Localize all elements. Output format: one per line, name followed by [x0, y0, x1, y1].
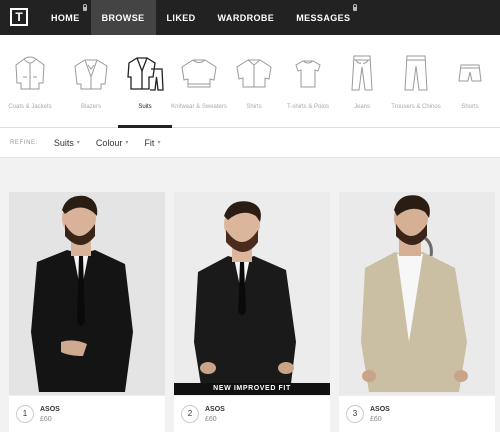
trousers-icon: [404, 55, 428, 91]
jeans-icon: [351, 55, 373, 91]
chevron-down-icon: ▾: [157, 140, 161, 146]
category-label: Blazers: [80, 104, 101, 110]
product-info: 3 ASOS £60: [339, 395, 495, 432]
product-image[interactable]: [339, 192, 495, 395]
refine-label: REFINE:: [10, 139, 38, 146]
filter-label: Suits: [53, 137, 74, 148]
lock-icon: [82, 4, 87, 11]
category-label: Shirts: [246, 104, 262, 110]
category-label: Trousers & Chinos: [391, 104, 441, 110]
nav-wardrobe-label: WARDROBE: [217, 12, 275, 23]
category-trousers[interactable]: Trousers & Chinos: [389, 35, 443, 127]
product-badge: NEW IMPROVED FIT: [174, 383, 330, 395]
product-image[interactable]: NEW IMPROVED FIT: [174, 192, 330, 395]
product-brand: ASOS: [40, 406, 60, 413]
chevron-down-icon: ▾: [76, 140, 80, 146]
nav-liked[interactable]: LIKED: [156, 0, 207, 35]
model-photo: [9, 192, 165, 395]
product-card[interactable]: 1 ASOS £60: [9, 192, 165, 432]
shirt-icon: [236, 59, 272, 88]
filter-colour-dropdown[interactable]: Colour ▾: [96, 138, 129, 148]
category-label: Suits: [138, 104, 152, 110]
product-price: £60: [40, 416, 52, 423]
chevron-down-icon: ▾: [125, 140, 129, 146]
tshirt-icon: [295, 60, 321, 88]
shorts-icon: [458, 64, 482, 82]
product-number: 2: [181, 405, 199, 423]
product-number: 1: [16, 405, 34, 423]
filter-fit-dropdown[interactable]: Fit ▾: [144, 138, 160, 148]
category-coats-jackets[interactable]: Coats & Jackets: [3, 35, 57, 127]
nav-home-label: HOME: [51, 12, 80, 23]
coat-icon: [15, 56, 45, 90]
nav-messages[interactable]: MESSAGES: [285, 0, 361, 35]
category-suits[interactable]: Suits: [118, 35, 172, 128]
category-label: Coats & Jackets: [8, 104, 52, 110]
product-card[interactable]: 3 ASOS £60: [339, 192, 495, 432]
nav-messages-label: MESSAGES: [296, 12, 351, 23]
category-shirts[interactable]: Shirts: [227, 35, 281, 127]
refine-bar: REFINE: Suits ▾ Colour ▾ Fit ▾: [0, 128, 500, 158]
product-price: £60: [370, 416, 382, 423]
product-info: 2 ASOS £60: [174, 395, 330, 432]
top-nav: T HOME BROWSE LIKED WARDROBE MESSAGES: [0, 0, 500, 35]
product-brand: ASOS: [205, 406, 225, 413]
category-label: Jeans: [353, 104, 370, 110]
product-number: 3: [346, 405, 364, 423]
product-price: £60: [205, 416, 217, 423]
nav-home[interactable]: HOME: [40, 0, 91, 35]
filter-label: Colour: [95, 137, 123, 148]
sweater-icon: [181, 59, 217, 88]
suit-icon: [127, 57, 164, 91]
app-logo[interactable]: T: [10, 8, 28, 26]
model-photo: [174, 192, 330, 395]
product-card[interactable]: NEW IMPROVED FIT 2 ASOS £60: [174, 192, 330, 432]
product-brand: ASOS: [370, 406, 390, 413]
category-jeans[interactable]: Jeans: [335, 35, 389, 127]
filter-label: Fit: [144, 137, 155, 148]
product-image[interactable]: [9, 192, 165, 395]
nav-wardrobe[interactable]: WARDROBE: [207, 0, 286, 35]
category-strip: Coats & Jackets Blazers Suits Knitwear &…: [0, 35, 500, 128]
nav-browse[interactable]: BROWSE: [90, 0, 156, 35]
category-blazers[interactable]: Blazers: [64, 35, 118, 127]
category-knitwear[interactable]: Knitwear & Sweaters: [171, 35, 227, 127]
filter-suits-dropdown[interactable]: Suits ▾: [54, 138, 80, 148]
category-shorts[interactable]: Shorts: [443, 35, 497, 127]
lock-icon: [353, 4, 358, 11]
category-label: Shorts: [461, 104, 479, 110]
nav-browse-label: BROWSE: [101, 12, 145, 23]
model-photo: [339, 192, 495, 395]
nav-liked-label: LIKED: [166, 12, 196, 23]
category-label: Knitwear & Sweaters: [171, 104, 227, 110]
product-info: 1 ASOS £60: [9, 395, 165, 432]
category-tshirts[interactable]: T-shirts & Polos: [281, 35, 335, 127]
category-label: T-shirts & Polos: [286, 104, 329, 110]
blazer-icon: [74, 59, 108, 90]
